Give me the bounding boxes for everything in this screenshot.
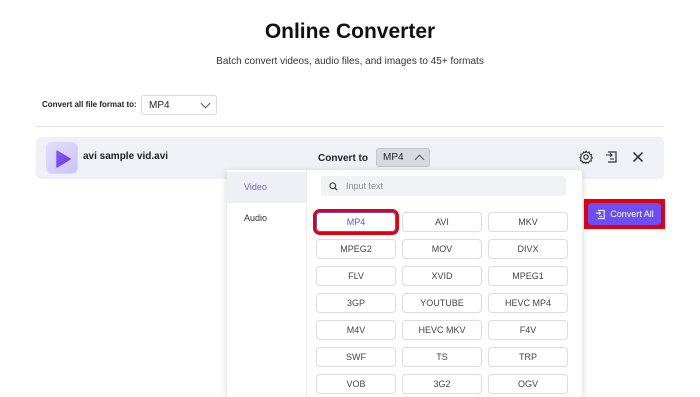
format-option[interactable]: MPEG2: [316, 239, 396, 259]
convert-all-button[interactable]: Convert All: [588, 203, 661, 225]
format-option[interactable]: TRP: [488, 347, 568, 367]
format-option[interactable]: 3GP: [316, 293, 396, 313]
file-format-value: MP4: [383, 152, 404, 163]
convert-file-icon[interactable]: [605, 150, 619, 164]
play-icon: [56, 150, 71, 168]
convert-to-label: Convert to: [318, 153, 368, 164]
format-option[interactable]: F4V: [488, 320, 568, 340]
format-option[interactable]: YOUTUBE: [402, 293, 482, 313]
convert-all-label: Convert All: [610, 209, 654, 219]
format-option[interactable]: OGV: [488, 374, 568, 394]
gear-icon[interactable]: [579, 150, 593, 164]
format-option[interactable]: MPEG1: [488, 266, 568, 286]
format-option[interactable]: AVI: [402, 212, 482, 232]
format-option[interactable]: M4V: [316, 320, 396, 340]
chevron-down-icon: [200, 98, 211, 109]
category-video[interactable]: Video: [227, 172, 306, 203]
format-option[interactable]: VOB: [316, 374, 396, 394]
search-icon: [329, 181, 338, 191]
global-format-label: Convert all file format to:: [42, 100, 137, 109]
format-option[interactable]: HEVC MP4: [488, 293, 568, 313]
file-format-select[interactable]: MP4: [376, 148, 430, 167]
category-list: Video Audio: [227, 170, 307, 397]
close-icon[interactable]: [631, 150, 645, 164]
search-input[interactable]: [344, 180, 548, 192]
format-search[interactable]: [321, 176, 566, 196]
format-dropdown-panel: Video Audio MP4AVI MKV MPEG2 MOV DIVX FLV XVID…: [227, 170, 582, 397]
global-format-select[interactable]: MP4: [141, 95, 217, 115]
divider: [36, 126, 664, 127]
format-option[interactable]: XVID: [402, 266, 482, 286]
format-option[interactable]: MP4: [313, 209, 399, 235]
convert-icon: [596, 209, 605, 219]
format-option[interactable]: FLV: [316, 266, 396, 286]
format-option[interactable]: MOV: [402, 239, 482, 259]
page-title: Online Converter: [264, 20, 436, 43]
file-name: avi sample vid.avi: [83, 151, 169, 162]
format-option[interactable]: MKV: [488, 212, 568, 232]
format-option[interactable]: TS: [402, 347, 482, 367]
file-thumbnail: [46, 142, 78, 174]
format-option[interactable]: HEVC MKV: [402, 320, 482, 340]
format-option[interactable]: DIVX: [488, 239, 568, 259]
category-audio[interactable]: Audio: [227, 203, 306, 234]
page-subtitle: Batch convert videos, audio files, and i…: [216, 56, 484, 67]
chevron-up-icon: [414, 154, 425, 164]
format-option[interactable]: SWF: [316, 347, 396, 367]
global-format-value: MP4: [149, 99, 170, 111]
format-option[interactable]: 3G2: [402, 374, 482, 394]
